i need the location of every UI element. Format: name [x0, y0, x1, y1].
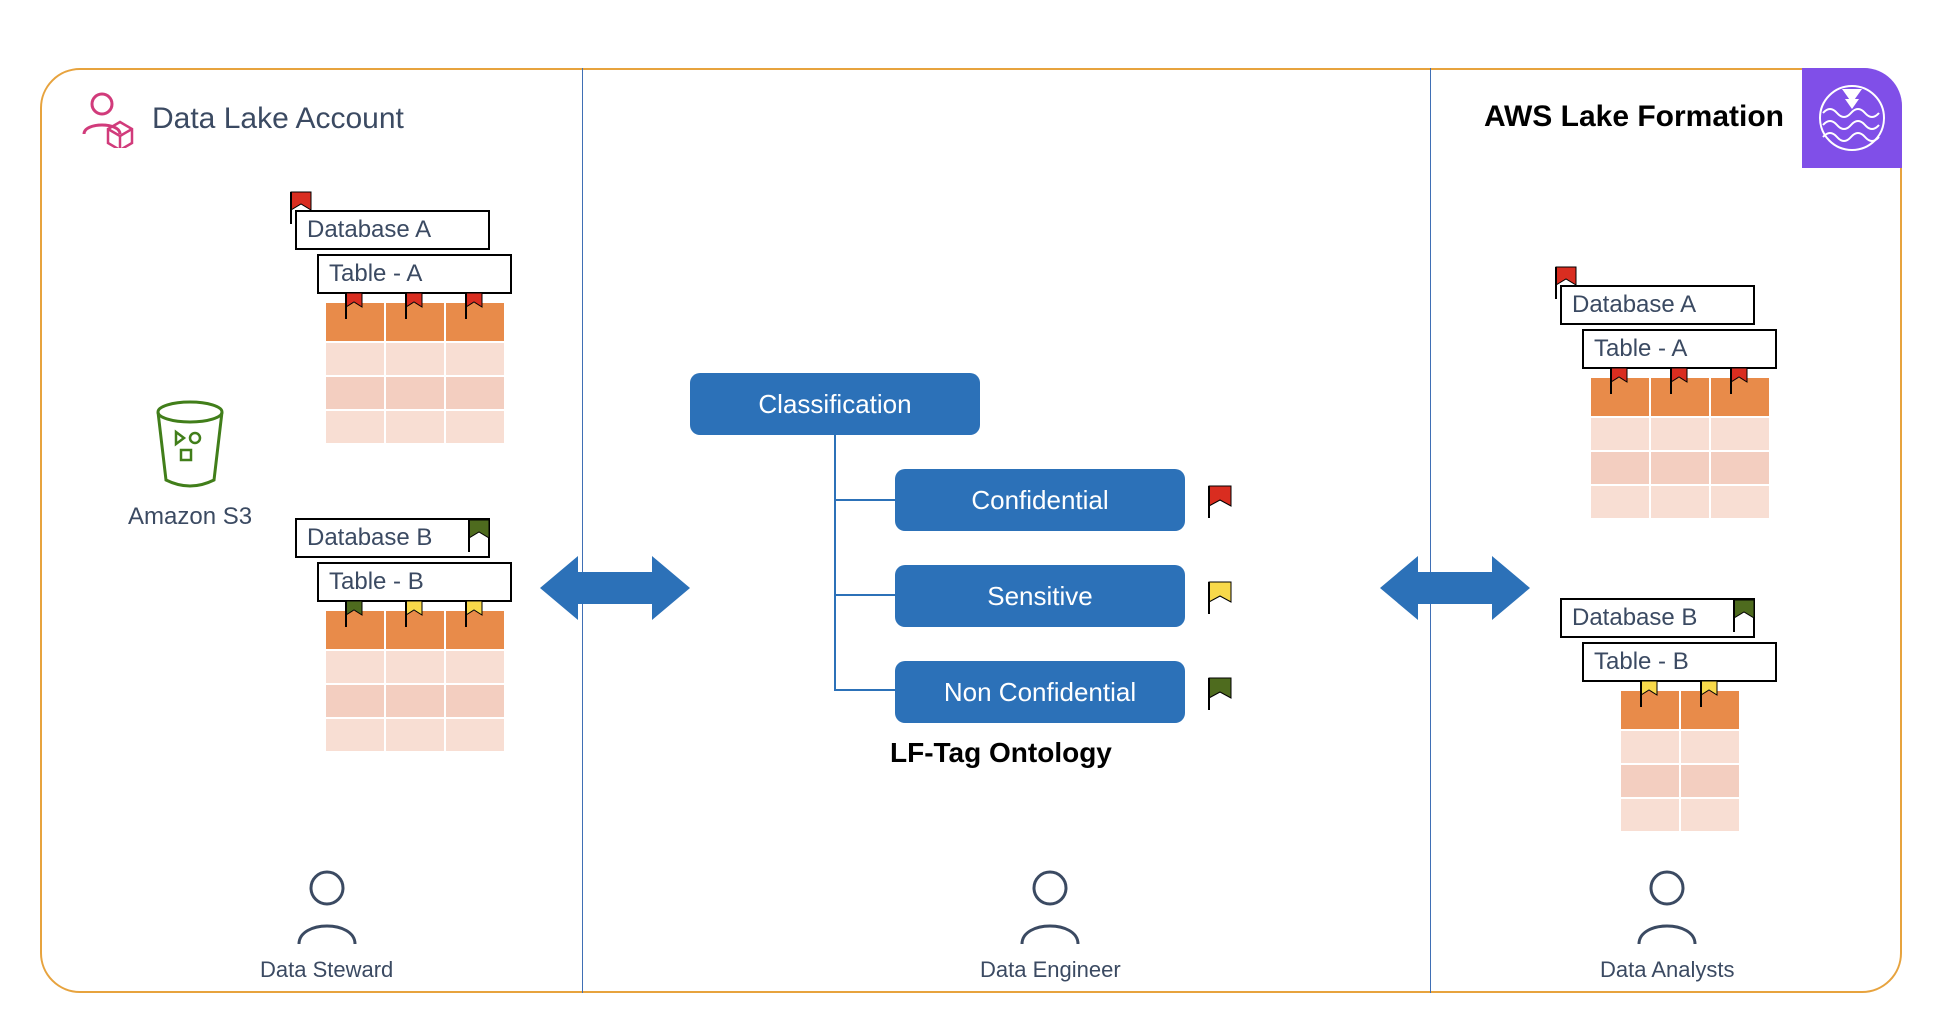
child-label: Sensitive — [987, 581, 1093, 612]
flag-icon — [1554, 265, 1580, 299]
account-label: Data Lake Account — [152, 102, 404, 136]
bidirectional-arrow-icon — [1380, 548, 1530, 628]
service-label: AWS Lake Formation — [1484, 100, 1784, 134]
flag-icon — [1732, 598, 1758, 632]
flag-icon — [1639, 679, 1661, 707]
user-with-box-icon — [78, 90, 136, 148]
flag-icon — [1729, 366, 1751, 394]
data-table — [1620, 690, 1740, 832]
person-icon — [1016, 868, 1084, 946]
ontology-child-sensitive: Sensitive — [895, 565, 1185, 627]
flag-icon — [289, 190, 315, 224]
db-name: Database B — [295, 518, 490, 558]
data-table — [1590, 377, 1770, 519]
role-analysts: Data Analysts — [1600, 868, 1735, 983]
person-icon — [1633, 868, 1701, 946]
panel-divider-2 — [1430, 68, 1431, 993]
db-name: Database B — [1560, 598, 1755, 638]
role-engineer: Data Engineer — [980, 868, 1121, 983]
flag-icon — [464, 599, 486, 627]
flag-icon — [1669, 366, 1691, 394]
right-db-b: Database B Table - B — [1560, 598, 1790, 832]
role-label: Data Engineer — [980, 957, 1121, 983]
flag-icon — [1207, 580, 1235, 614]
child-label: Non Confidential — [944, 677, 1136, 708]
flag-icon — [1207, 484, 1235, 518]
db-name: Database A — [1560, 285, 1755, 325]
flag-icon — [1699, 679, 1721, 707]
s3-caption: Amazon S3 — [128, 503, 252, 531]
data-table — [325, 302, 505, 444]
s3-bucket-icon — [151, 400, 229, 488]
flag-icon — [344, 599, 366, 627]
left-db-b: Database B Table - B — [295, 518, 525, 752]
account-header: Data Lake Account — [78, 90, 404, 148]
left-db-a: Database A Table - A — [295, 210, 525, 444]
right-db-a: Database A Table - A — [1560, 285, 1790, 519]
panel-divider-1 — [582, 68, 583, 993]
ontology-tree: Classification Confidential Sensitive No… — [690, 373, 1290, 769]
flag-icon — [404, 291, 426, 319]
ontology-root: Classification — [690, 373, 980, 435]
ontology-child-confidential: Confidential — [895, 469, 1185, 531]
child-label: Confidential — [971, 485, 1108, 516]
person-icon — [293, 868, 361, 946]
table-name: Table - A — [317, 254, 512, 294]
table-name: Table - B — [1582, 642, 1777, 682]
role-label: Data Steward — [260, 957, 393, 983]
role-label: Data Analysts — [1600, 957, 1735, 983]
flag-icon — [1207, 676, 1235, 710]
flag-icon — [1609, 366, 1631, 394]
flag-icon — [467, 518, 493, 552]
flag-icon — [404, 599, 426, 627]
flag-icon — [464, 291, 486, 319]
table-name: Table - A — [1582, 329, 1777, 369]
bidirectional-arrow-icon — [540, 548, 690, 628]
s3-block: Amazon S3 — [128, 400, 252, 531]
table-name: Table - B — [317, 562, 512, 602]
data-table — [325, 610, 505, 752]
role-steward: Data Steward — [260, 868, 393, 983]
lake-formation-icon — [1802, 68, 1902, 168]
ontology-caption: LF-Tag Ontology — [890, 737, 1290, 769]
flag-icon — [344, 291, 366, 319]
db-name: Database A — [295, 210, 490, 250]
ontology-child-nonconfidential: Non Confidential — [895, 661, 1185, 723]
